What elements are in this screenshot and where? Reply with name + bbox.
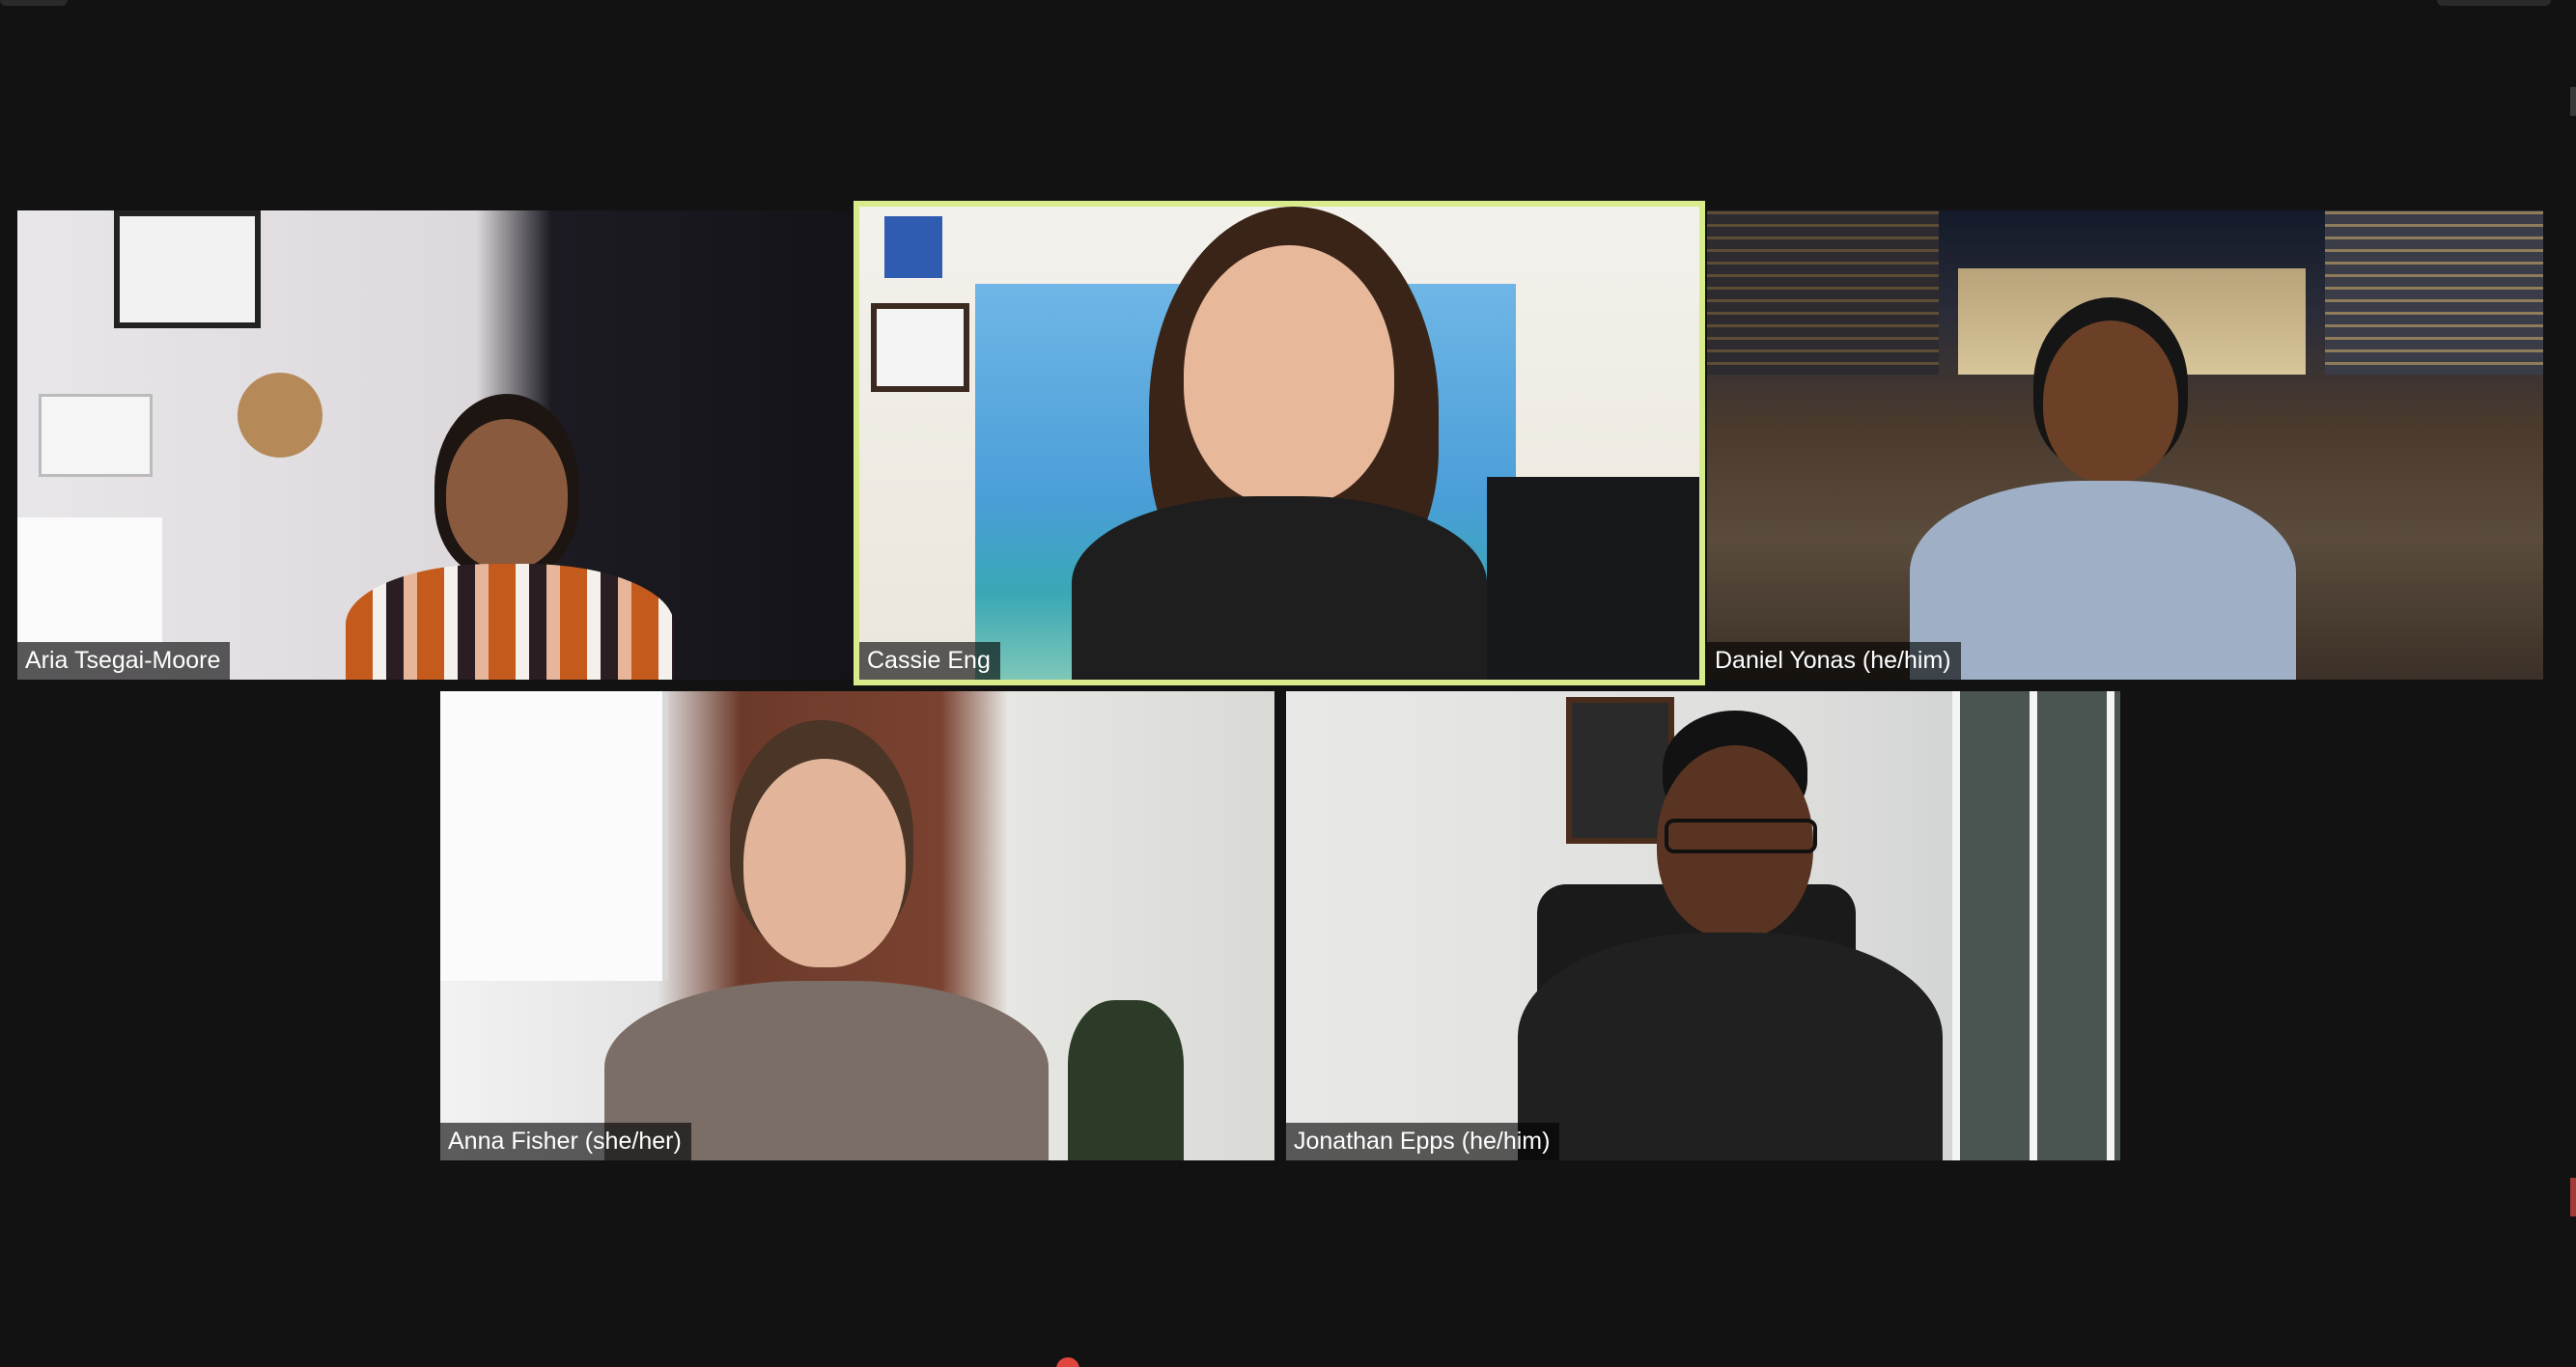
participant-person <box>1479 711 1962 1160</box>
participant-person <box>585 720 1068 1160</box>
participant-person <box>1833 297 2296 680</box>
participant-person <box>985 207 1564 680</box>
participant-name: Anna Fisher (she/her) <box>440 1123 691 1160</box>
wall-calendar <box>17 517 162 643</box>
wall-diploma <box>871 303 969 392</box>
wall-sign <box>39 394 153 477</box>
window-edge-marker <box>2570 1178 2576 1216</box>
participant-name: Jonathan Epps (he/him) <box>1286 1123 1560 1160</box>
participant-name: Daniel Yonas (he/him) <box>1707 642 1961 680</box>
participant-tile-aria[interactable]: Aria Tsegai-Moore <box>17 210 852 680</box>
plant <box>1068 1000 1184 1160</box>
window-edge-marker <box>2570 87 2576 116</box>
french-door <box>1952 691 2120 1160</box>
participant-tile-daniel[interactable]: Daniel Yonas (he/him) <box>1707 210 2543 680</box>
window-edge-left <box>0 0 68 6</box>
notification-badge[interactable] <box>1056 1357 1079 1367</box>
participant-tile-jonathan[interactable]: Jonathan Epps (he/him) <box>1286 691 2120 1160</box>
video-gallery: Aria Tsegai-Moore Cassie Eng Daniel Yona… <box>0 0 2576 1367</box>
window-edge-right <box>2437 0 2551 6</box>
participant-person <box>307 375 693 680</box>
wall-frame <box>114 210 261 328</box>
participant-name: Aria Tsegai-Moore <box>17 642 231 680</box>
participant-tile-cassie[interactable]: Cassie Eng <box>859 207 1699 680</box>
wall-poster <box>884 216 942 278</box>
background-building-right <box>2325 210 2543 375</box>
participant-tile-anna[interactable]: Anna Fisher (she/her) <box>440 691 1274 1160</box>
participant-name: Cassie Eng <box>859 642 1000 680</box>
